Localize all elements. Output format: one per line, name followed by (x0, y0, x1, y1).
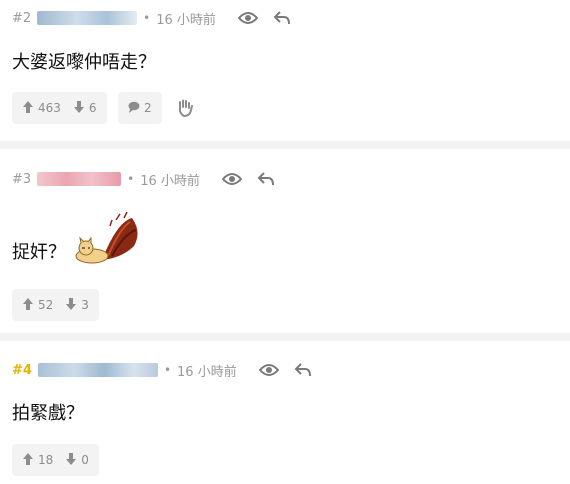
eye-icon[interactable] (236, 8, 260, 28)
upvote-count: 18 (38, 453, 54, 467)
post-time: 16 小時前 (177, 364, 237, 380)
eye-icon[interactable] (220, 169, 244, 189)
post-number: #2 (12, 10, 32, 26)
post-text: 大婆返嚟仲唔走？ (12, 52, 156, 73)
post-text: 捉奸？ (12, 242, 66, 263)
arrow-down-icon[interactable] (65, 297, 77, 313)
post-content: 大婆返嚟仲唔走？ (12, 48, 156, 74)
arrow-up-icon[interactable] (22, 100, 34, 116)
post-time: 16 小時前 (140, 173, 200, 189)
vote-box: 463 6 (12, 92, 107, 124)
separator-dot: • (143, 11, 151, 25)
post-4: #4 • 16 小時前 拍緊戲？ 18 0 (0, 341, 570, 484)
eye-icon[interactable] (257, 360, 281, 380)
post-number: #4 (12, 362, 32, 378)
reply-icon[interactable] (291, 360, 315, 380)
sticker-icon (72, 211, 142, 273)
downvote-count: 3 (81, 298, 89, 312)
post-meta: #4 • 16 小時前 (12, 360, 325, 380)
username-blurred[interactable] (37, 11, 138, 25)
comment-icon (128, 101, 140, 116)
arrow-up-icon[interactable] (22, 452, 34, 468)
reply-icon[interactable] (254, 169, 278, 189)
vote-box: 52 3 (12, 289, 99, 321)
reply-icon[interactable] (270, 8, 294, 28)
post-divider (0, 333, 570, 341)
comments-button[interactable]: 2 (118, 92, 162, 124)
upvote-count: 52 (38, 298, 54, 312)
username-blurred[interactable] (37, 363, 158, 377)
wave-hand-icon[interactable] (174, 97, 196, 119)
post-text: 拍緊戲？ (12, 403, 84, 424)
post-2: #2 • 16 小時前 大婆返嚟仲唔走？ 463 6 2 (0, 0, 570, 141)
post-number: #3 (12, 171, 32, 187)
post-meta: #2 • 16 小時前 (12, 8, 304, 28)
vote-box: 18 0 (12, 444, 99, 476)
post-divider (0, 141, 570, 149)
separator-dot: • (127, 172, 135, 186)
upvote-count: 463 (38, 101, 61, 115)
downvote-count: 0 (81, 453, 89, 467)
comment-count: 2 (144, 101, 152, 115)
username-blurred[interactable] (37, 172, 122, 186)
arrow-down-icon[interactable] (73, 100, 85, 116)
downvote-count: 6 (88, 101, 97, 115)
arrow-down-icon[interactable] (65, 452, 77, 468)
post-meta: #3 • 16 小時前 (12, 169, 288, 189)
arrow-up-icon[interactable] (22, 297, 34, 313)
separator-dot: • (163, 363, 172, 377)
post-content: 捉奸？ (12, 211, 142, 273)
post-3: #3 • 16 小時前 捉奸？ 52 3 (0, 149, 570, 333)
post-time: 16 小時前 (156, 12, 216, 28)
post-content: 拍緊戲？ (12, 399, 84, 425)
